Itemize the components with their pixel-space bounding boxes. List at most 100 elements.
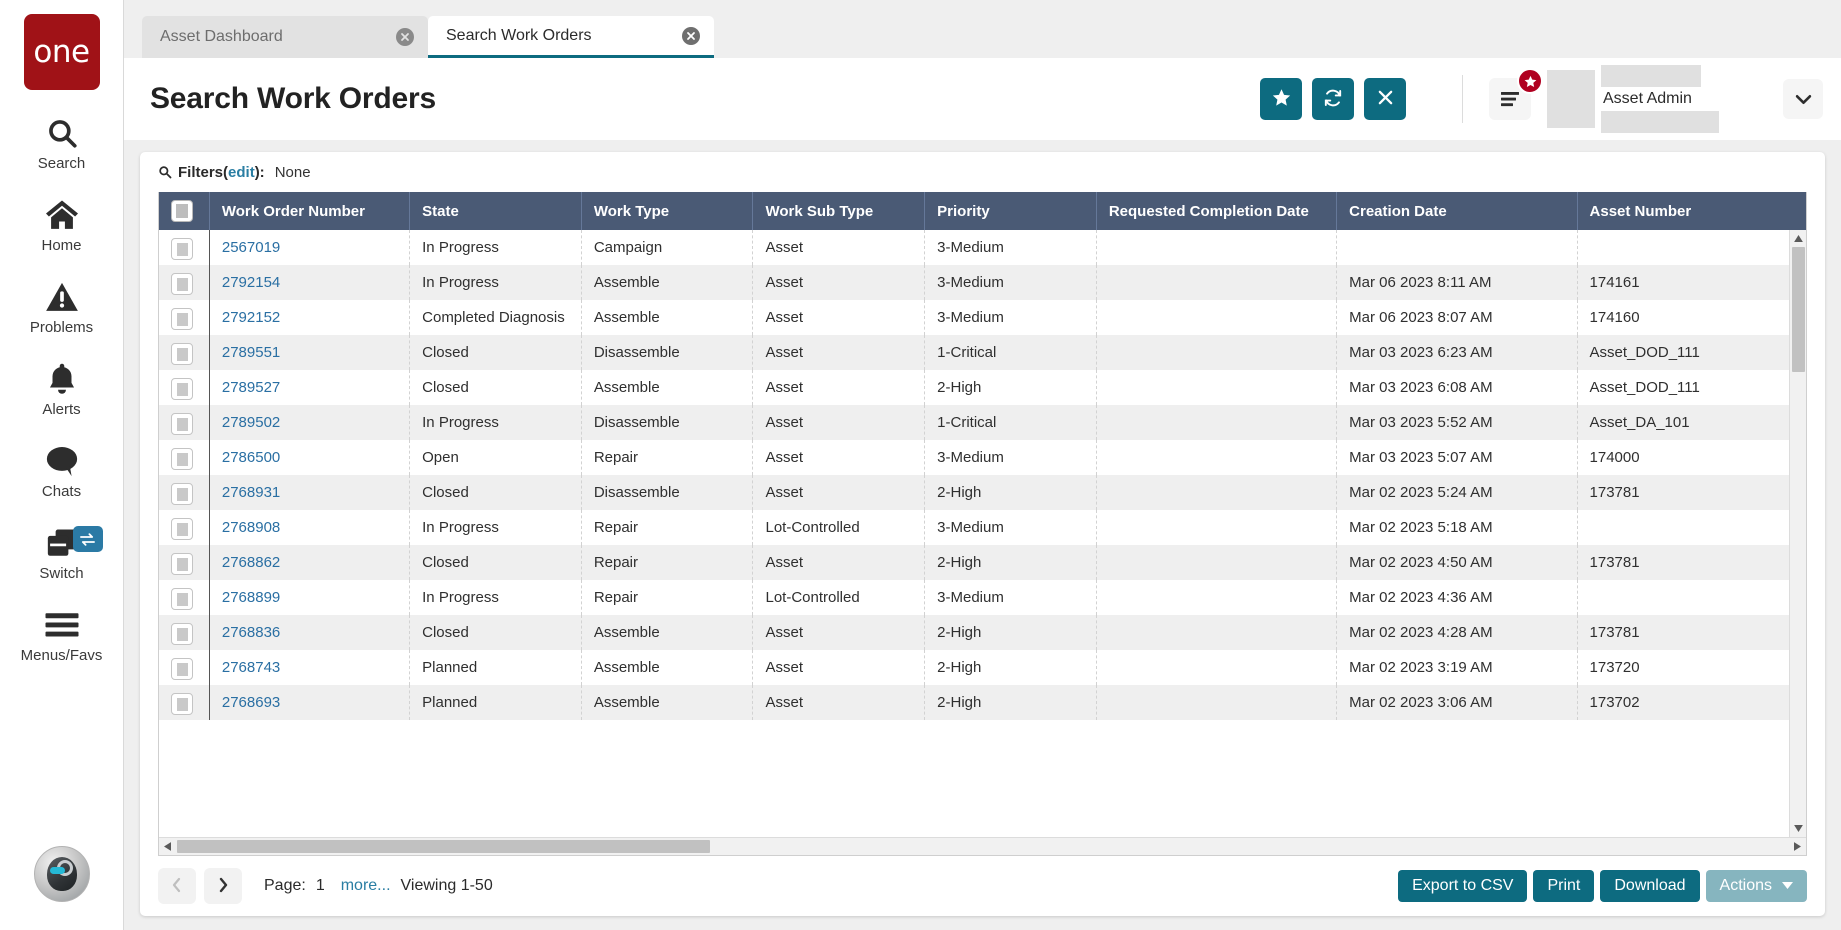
row-checkbox[interactable] xyxy=(171,448,193,470)
table-row[interactable]: 2792154In ProgressAssembleAsset3-MediumM… xyxy=(159,265,1806,300)
column-header-priority[interactable]: Priority xyxy=(925,192,1097,230)
table-row[interactable]: 2768931ClosedDisassembleAsset2-HighMar 0… xyxy=(159,475,1806,510)
horizontal-scrollbar-thumb[interactable] xyxy=(177,840,710,853)
cell-work-order-number[interactable]: 2786500 xyxy=(209,440,409,475)
cell-work-order-number[interactable]: 2768908 xyxy=(209,510,409,545)
sidebar-item-chats[interactable]: Chats xyxy=(0,442,124,500)
column-header-requested-completion-date[interactable]: Requested Completion Date xyxy=(1096,192,1336,230)
column-header-work-type[interactable]: Work Type xyxy=(581,192,753,230)
sidebar-item-switch[interactable]: Switch xyxy=(0,524,124,582)
vertical-scrollbar-thumb[interactable] xyxy=(1792,247,1805,372)
work-order-link[interactable]: 2768908 xyxy=(222,519,280,536)
work-order-link[interactable]: 2768836 xyxy=(222,624,280,641)
row-checkbox[interactable] xyxy=(171,273,193,295)
next-page-button[interactable] xyxy=(204,868,242,904)
close-button[interactable] xyxy=(1364,78,1406,120)
column-header-work-sub-type[interactable]: Work Sub Type xyxy=(753,192,925,230)
cell-work-order-number[interactable]: 2768899 xyxy=(209,580,409,615)
close-circle-icon[interactable] xyxy=(682,27,700,45)
cell-work-order-number[interactable]: 2768693 xyxy=(209,685,409,720)
sidebar-item-search[interactable]: Search xyxy=(0,114,124,172)
tab-search-work-orders[interactable]: Search Work Orders xyxy=(428,16,714,58)
scroll-down-icon[interactable] xyxy=(1790,820,1806,837)
table-row[interactable]: 2567019In ProgressCampaignAsset3-Medium xyxy=(159,230,1806,265)
row-checkbox[interactable] xyxy=(171,588,193,610)
work-order-link[interactable]: 2792152 xyxy=(222,309,280,326)
column-header-asset-number[interactable]: Asset Number xyxy=(1577,192,1806,230)
more-pages-link[interactable]: more... xyxy=(341,877,391,895)
work-order-link[interactable]: 2768743 xyxy=(222,659,280,676)
scroll-right-icon[interactable] xyxy=(1789,838,1806,856)
table-row[interactable]: 2789502In ProgressDisassembleAsset1-Crit… xyxy=(159,405,1806,440)
sidebar-item-problems[interactable]: Problems xyxy=(0,278,124,336)
row-checkbox[interactable] xyxy=(171,378,193,400)
robot-avatar-icon[interactable] xyxy=(34,846,90,902)
row-checkbox[interactable] xyxy=(171,658,193,680)
horizontal-scrollbar[interactable] xyxy=(159,837,1806,855)
actions-dropdown-button[interactable]: Actions xyxy=(1706,870,1807,902)
cell-work-order-number[interactable]: 2768862 xyxy=(209,545,409,580)
download-button[interactable]: Download xyxy=(1600,870,1699,902)
row-checkbox[interactable] xyxy=(171,308,193,330)
row-checkbox[interactable] xyxy=(171,238,193,260)
cell-work-order-number[interactable]: 2789502 xyxy=(209,405,409,440)
column-header-creation-date[interactable]: Creation Date xyxy=(1337,192,1577,230)
work-order-link[interactable]: 2792154 xyxy=(222,274,280,291)
cell-work-order-number[interactable]: 2792152 xyxy=(209,300,409,335)
sidebar-item-home[interactable]: Home xyxy=(0,196,124,254)
column-header-state[interactable]: State xyxy=(410,192,582,230)
export-to-csv-button[interactable]: Export to CSV xyxy=(1398,870,1527,902)
work-order-link[interactable]: 2768931 xyxy=(222,484,280,501)
table-row[interactable]: 2768908In ProgressRepairLot-Controlled3-… xyxy=(159,510,1806,545)
work-order-link[interactable]: 2786500 xyxy=(222,449,280,466)
chevron-down-icon[interactable] xyxy=(1783,79,1823,119)
table-row[interactable]: 2768693PlannedAssembleAsset2-HighMar 02 … xyxy=(159,685,1806,720)
select-all-checkbox[interactable] xyxy=(171,200,193,222)
sidebar-item-menus-favs[interactable]: Menus/Favs xyxy=(0,606,124,664)
row-checkbox[interactable] xyxy=(171,483,193,505)
work-order-link[interactable]: 2768899 xyxy=(222,589,280,606)
table-row[interactable]: 2786500OpenRepairAsset3-MediumMar 03 202… xyxy=(159,440,1806,475)
row-checkbox[interactable] xyxy=(171,518,193,540)
table-row[interactable]: 2768899In ProgressRepairLot-Controlled3-… xyxy=(159,580,1806,615)
tab-asset-dashboard[interactable]: Asset Dashboard xyxy=(142,16,428,58)
filters-edit-link[interactable]: edit xyxy=(228,164,255,181)
table-row[interactable]: 2768836ClosedAssembleAsset2-HighMar 02 2… xyxy=(159,615,1806,650)
table-row[interactable]: 2792152Completed DiagnosisAssembleAsset3… xyxy=(159,300,1806,335)
swap-arrows-icon[interactable] xyxy=(73,526,103,552)
favorite-button[interactable] xyxy=(1260,78,1302,120)
work-order-link[interactable]: 2768862 xyxy=(222,554,280,571)
refresh-button[interactable] xyxy=(1312,78,1354,120)
cell-work-order-number[interactable]: 2567019 xyxy=(209,230,409,265)
brand-logo[interactable]: one xyxy=(24,14,100,90)
sidebar-item-alerts[interactable]: Alerts xyxy=(0,360,124,418)
table-row[interactable]: 2768862ClosedRepairAsset2-HighMar 02 202… xyxy=(159,545,1806,580)
cell-work-order-number[interactable]: 2768931 xyxy=(209,475,409,510)
close-circle-icon[interactable] xyxy=(396,28,414,46)
print-button[interactable]: Print xyxy=(1533,870,1594,902)
row-checkbox[interactable] xyxy=(171,623,193,645)
scroll-up-icon[interactable] xyxy=(1790,230,1806,247)
table-row[interactable]: 2789551ClosedDisassembleAsset1-CriticalM… xyxy=(159,335,1806,370)
row-checkbox[interactable] xyxy=(171,693,193,715)
cell-work-order-number[interactable]: 2789551 xyxy=(209,335,409,370)
scroll-left-icon[interactable] xyxy=(159,838,176,856)
work-order-link[interactable]: 2789551 xyxy=(222,344,280,361)
work-order-link[interactable]: 2567019 xyxy=(222,239,280,256)
table-row[interactable]: 2768743PlannedAssembleAsset2-HighMar 02 … xyxy=(159,650,1806,685)
work-order-link[interactable]: 2789502 xyxy=(222,414,280,431)
cell-work-order-number[interactable]: 2792154 xyxy=(209,265,409,300)
user-block[interactable]: Asset Admin xyxy=(1601,65,1771,133)
work-order-link[interactable]: 2768693 xyxy=(222,694,280,711)
cell-work-order-number[interactable]: 2768743 xyxy=(209,650,409,685)
cell-work-order-number[interactable]: 2768836 xyxy=(209,615,409,650)
cell-work-order-number[interactable]: 2789527 xyxy=(209,370,409,405)
row-checkbox[interactable] xyxy=(171,343,193,365)
vertical-scrollbar[interactable] xyxy=(1789,230,1806,837)
work-order-link[interactable]: 2789527 xyxy=(222,379,280,396)
previous-page-button[interactable] xyxy=(158,868,196,904)
table-row[interactable]: 2789527ClosedAssembleAsset2-HighMar 03 2… xyxy=(159,370,1806,405)
column-header-work-order-number[interactable]: Work Order Number xyxy=(209,192,409,230)
row-checkbox[interactable] xyxy=(171,413,193,435)
row-checkbox[interactable] xyxy=(171,553,193,575)
